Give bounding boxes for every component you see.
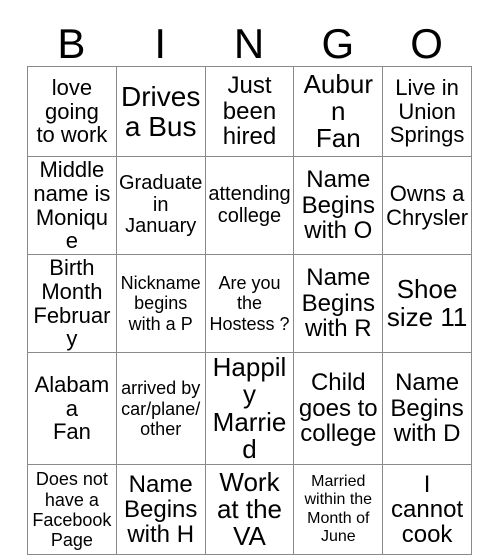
bingo-cell-text: Happily Married	[212, 352, 287, 464]
bingo-cell-g5[interactable]: Married within the Month of June	[293, 464, 384, 555]
bingo-cell-text: Child goes to college	[298, 369, 378, 448]
bingo-grid: love going to work Drives a Bus Just bee…	[27, 66, 472, 555]
bingo-cell-text: Are you the Hostess ?	[209, 273, 290, 334]
bingo-cell-text: Drives a Bus	[121, 81, 201, 142]
bingo-cell-b5[interactable]: Does not have a Facebook Page	[27, 464, 117, 555]
bingo-cell-text: Work at the VA	[216, 466, 283, 552]
bingo-cell-text: Married within the Month of June	[304, 472, 373, 546]
bingo-card: B I N G O love going to work Drives a Bu…	[0, 0, 500, 555]
bingo-cell-text: Alabama Fan	[34, 371, 110, 445]
bingo-cell-o4[interactable]: Name Begins with D	[382, 351, 472, 466]
bingo-cell-text: Owns a Chrysler	[386, 180, 469, 230]
bingo-cell-text: Birth Month February	[33, 255, 111, 352]
bingo-header-row: B I N G O	[27, 14, 471, 66]
bingo-cell-text: attending college	[208, 182, 291, 227]
bingo-cell-text: Name Begins with D	[390, 369, 464, 448]
bingo-cell-text: arrived by car/plane/ other	[121, 378, 201, 439]
bingo-cell-text: Name Begins with H	[124, 470, 198, 549]
bingo-cell-text: Auburn Fan	[303, 68, 373, 154]
bingo-cell-g2[interactable]: Name Begins with O	[293, 156, 384, 255]
bingo-cell-n2[interactable]: attending college	[204, 156, 295, 255]
bingo-cell-b2[interactable]: Middle name is Monique	[27, 156, 117, 255]
bingo-cell-n5[interactable]: Work at the VA	[204, 464, 295, 555]
bingo-cell-g1[interactable]: Auburn Fan	[293, 66, 384, 157]
bingo-cell-text: I cannot cook	[391, 470, 464, 549]
bingo-cell-b3[interactable]: Birth Month February	[27, 254, 117, 353]
bingo-header-letter-n: N	[233, 20, 265, 67]
bingo-cell-text: Middle name is Monique	[33, 157, 111, 254]
bingo-row: Does not have a Facebook Page Name Begin…	[27, 464, 472, 555]
bingo-row: Middle name is Monique Graduate in Janua…	[27, 156, 472, 255]
bingo-cell-text: Shoe size 11	[386, 274, 468, 332]
bingo-cell-o1[interactable]: Live in Union Springs	[382, 66, 472, 157]
bingo-cell-text: Just been hired	[222, 72, 277, 151]
bingo-cell-o5[interactable]: I cannot cook	[382, 464, 472, 555]
bingo-cell-n1[interactable]: Just been hired	[204, 66, 295, 157]
bingo-row: love going to work Drives a Bus Just bee…	[27, 66, 472, 157]
bingo-cell-g4[interactable]: Child goes to college	[293, 351, 384, 466]
bingo-cell-text: Name Begins with O	[301, 166, 375, 245]
bingo-header-letter-b: B	[57, 20, 86, 67]
bingo-row: Birth Month February Nickname begins wit…	[27, 254, 472, 353]
bingo-cell-text: Graduate in January	[119, 171, 203, 238]
bingo-cell-g3[interactable]: Name Begins with R	[293, 254, 384, 353]
bingo-cell-n3[interactable]: Are you the Hostess ?	[204, 254, 295, 353]
bingo-cell-text: Does not have a Facebook Page	[32, 469, 112, 550]
bingo-row: Alabama Fan arrived by car/plane/ other …	[27, 351, 472, 466]
bingo-cell-i2[interactable]: Graduate in January	[115, 156, 206, 255]
bingo-cell-i3[interactable]: Nickname begins with a P	[115, 254, 206, 353]
bingo-header-letter-g: G	[321, 20, 355, 67]
bingo-cell-text: Live in Union Springs	[389, 74, 465, 148]
bingo-cell-o2[interactable]: Owns a Chrysler	[382, 156, 472, 255]
bingo-cell-b4[interactable]: Alabama Fan	[27, 351, 117, 466]
bingo-cell-o3[interactable]: Shoe size 11	[382, 254, 472, 353]
bingo-header-letter-i: I	[154, 20, 167, 67]
bingo-cell-b1[interactable]: love going to work	[27, 66, 117, 157]
bingo-cell-text: Nickname begins with a P	[120, 273, 201, 334]
bingo-cell-i1[interactable]: Drives a Bus	[115, 66, 206, 157]
bingo-cell-i4[interactable]: arrived by car/plane/ other	[115, 351, 206, 466]
bingo-cell-text: Name Begins with R	[301, 264, 375, 343]
bingo-cell-n4[interactable]: Happily Married	[204, 351, 295, 466]
bingo-cell-text: love going to work	[36, 74, 108, 148]
bingo-cell-i5[interactable]: Name Begins with H	[115, 464, 206, 555]
bingo-header-letter-o: O	[410, 20, 443, 67]
